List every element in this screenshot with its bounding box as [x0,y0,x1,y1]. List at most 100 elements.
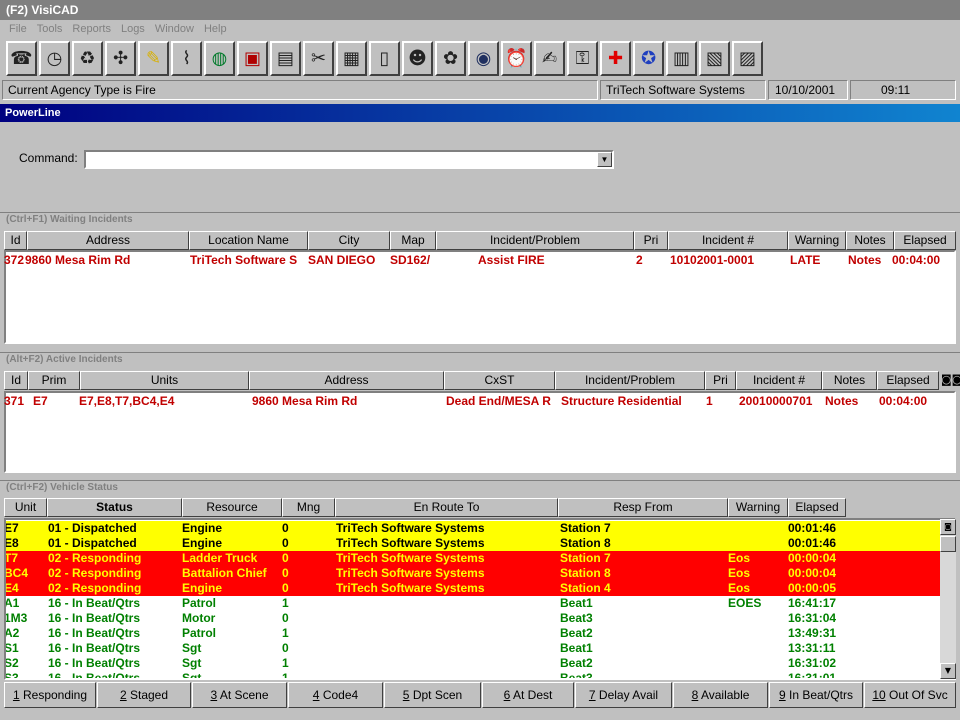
table-row[interactable]: A1 16 - In Beat/Qtrs Patrol 1 Beat1 EOES 16:41… [6,596,940,611]
column-header-incident-[interactable]: Incident # [668,231,788,250]
book-icon: ▯ [379,47,390,69]
column-header-resource[interactable]: Resource [182,498,282,517]
toolbar-button-14[interactable]: ✿ [435,41,466,76]
table-row[interactable]: E4 02 - Responding Engine 0 TriTech Software… [6,581,940,596]
column-header-resp-from[interactable]: Resp From [558,498,728,517]
column-header-pri[interactable]: Pri [705,371,736,390]
toolbar-button-19[interactable]: ✚ [600,41,631,76]
menu-reports[interactable]: Reports [72,23,111,35]
column-header-notes[interactable]: Notes [846,231,894,250]
column-header-warning[interactable]: Warning [728,498,788,517]
toolbar-button-16[interactable]: ⏰ [501,41,532,76]
column-header-cxst[interactable]: CxST [444,371,555,390]
column-header-incident-[interactable]: Incident # [736,371,822,390]
function-key-2: 2 [119,688,127,702]
table-row[interactable]: S2 16 - In Beat/Qtrs Sgt 1 Beat2 16:31:02 [6,656,940,671]
command-input[interactable]: ▼ [84,150,614,169]
column-header-incident-problem[interactable]: Incident/Problem [555,371,705,390]
toolbar-button-23[interactable]: ▨ [732,41,763,76]
toolbar-button-15[interactable]: ◉ [468,41,499,76]
scroll-thumb[interactable] [940,536,956,552]
menu-logs[interactable]: Logs [121,23,145,35]
table-row[interactable]: 1M3 16 - In Beat/Qtrs Motor 0 Beat3 16:31:04 [6,611,940,626]
menu-tools[interactable]: Tools [37,23,63,35]
clipboard-icon: ▧ [705,47,723,69]
column-header-elapsed[interactable]: Elapsed [877,371,939,390]
function-button-7[interactable]: 7 Delay Avail [575,682,672,708]
table-row[interactable]: BC4 02 - Responding Battalion Chief 0 TriTec… [6,566,940,581]
function-button-2[interactable]: 2 Staged [97,682,191,708]
column-header-address[interactable]: Address [27,231,189,250]
toolbar-button-13[interactable]: ☻ [402,41,433,76]
column-header-mng[interactable]: Mng [282,498,335,517]
column-header-elapsed[interactable]: Elapsed [894,231,956,250]
toolbar: ☎ ◷ ♻ ✣ ✎ ⌇ ◍ ▣ ▤ ✂ ▦ ▯ ☻ ✿ ◉ ⏰ ✍ ⚿ ✚ ✪ ▥ ▧ ▨ [0,39,960,79]
function-button-6[interactable]: 6 At Dest [482,682,574,708]
toolbar-button-8[interactable]: ▣ [237,41,268,76]
toolbar-button-7[interactable]: ◍ [204,41,235,76]
table-row[interactable]: S1 16 - In Beat/Qtrs Sgt 0 Beat1 13:31:11 [6,641,940,656]
function-button-9[interactable]: 9 In Beat/Qtrs [769,682,863,708]
toolbar-button-3[interactable]: ♻ [72,41,103,76]
column-header-map[interactable]: Map [390,231,436,250]
vehicle-cell: E7 [4,521,19,535]
column-header-location-name[interactable]: Location Name [189,231,308,250]
toolbar-button-10[interactable]: ✂ [303,41,334,76]
function-button-5[interactable]: 5 Dpt Scen [384,682,481,708]
function-button-10[interactable]: 10 Out Of Svc [864,682,956,708]
toolbar-button-18[interactable]: ⚿ [567,41,598,76]
command-dropdown-button[interactable]: ▼ [597,152,612,167]
table-row[interactable]: E8 01 - Dispatched Engine 0 TriTech Software… [6,536,940,551]
column-header-incident-problem[interactable]: Incident/Problem [436,231,634,250]
binoculars-icon[interactable]: ◙◙ [941,373,960,386]
column-header-city[interactable]: City [308,231,390,250]
function-button-1[interactable]: 1 Responding [4,682,96,708]
table-row[interactable]: 371 E7 E7,E8,T7,BC4,E4 9860 Mesa Rim Rd Dead… [4,394,954,409]
document-icon: ▥ [672,47,690,69]
column-header-status[interactable]: Status [47,498,182,517]
column-header-prim[interactable]: Prim [28,371,80,390]
vehicle-cell: EOES [728,596,762,610]
table-row[interactable]: S3 16 - In Beat/Qtrs Sgt 1 Beat3 16:31:01 [6,671,940,678]
badge-icon: ✪ [640,47,657,69]
toolbar-button-2[interactable]: ◷ [39,41,70,76]
toolbar-button-21[interactable]: ▥ [666,41,697,76]
table-row[interactable]: A2 16 - In Beat/Qtrs Patrol 1 Beat2 13:49:31 [6,626,940,641]
toolbar-button-4[interactable]: ✣ [105,41,136,76]
column-header-en-route-to[interactable]: En Route To [335,498,558,517]
column-header-units[interactable]: Units [80,371,249,390]
toolbar-button-5[interactable]: ✎ [138,41,169,76]
toolbar-button-6[interactable]: ⌇ [171,41,202,76]
column-header-address[interactable]: Address [249,371,444,390]
table-row[interactable]: E7 01 - Dispatched Engine 0 TriTech Software… [6,521,940,536]
vehicle-cell: Engine [182,581,223,595]
toolbar-button-20[interactable]: ✪ [633,41,664,76]
menu-window[interactable]: Window [155,23,194,35]
column-header-pri[interactable]: Pri [634,231,668,250]
function-button-8[interactable]: 8 Available [673,682,768,708]
function-button-3[interactable]: 3 At Scene [192,682,287,708]
column-header-elapsed[interactable]: Elapsed [788,498,846,517]
column-header-notes[interactable]: Notes [822,371,877,390]
toolbar-button-9[interactable]: ▤ [270,41,301,76]
toolbar-button-22[interactable]: ▧ [699,41,730,76]
toolbar-button-11[interactable]: ▦ [336,41,367,76]
column-header-id[interactable]: Id [4,231,27,250]
vehicle-cell: TriTech Software Systems [336,536,485,550]
scroll-up-button[interactable]: ◙ [940,519,956,535]
chevron-down-icon: ▼ [600,155,609,164]
table-row[interactable]: 372 9860 Mesa Rim Rd TriTech Software S SAN… [4,253,954,268]
menu-file[interactable]: File [9,23,27,35]
function-button-4[interactable]: 4 Code4 [288,682,383,708]
scroll-down-button[interactable]: ▼ [940,663,956,679]
toolbar-button-17[interactable]: ✍ [534,41,565,76]
vehicle-scrollbar[interactable]: ◙ ▼ [940,519,956,679]
column-header-unit[interactable]: Unit [4,498,47,517]
column-header-id[interactable]: Id [4,371,28,390]
table-row[interactable]: T7 02 - Responding Ladder Truck 0 TriTech So… [6,551,940,566]
toolbar-button-12[interactable]: ▯ [369,41,400,76]
vehicle-cell: 13:31:11 [788,641,836,655]
toolbar-button-1[interactable]: ☎ [6,41,37,76]
column-header-warning[interactable]: Warning [788,231,846,250]
menu-help[interactable]: Help [204,23,227,35]
